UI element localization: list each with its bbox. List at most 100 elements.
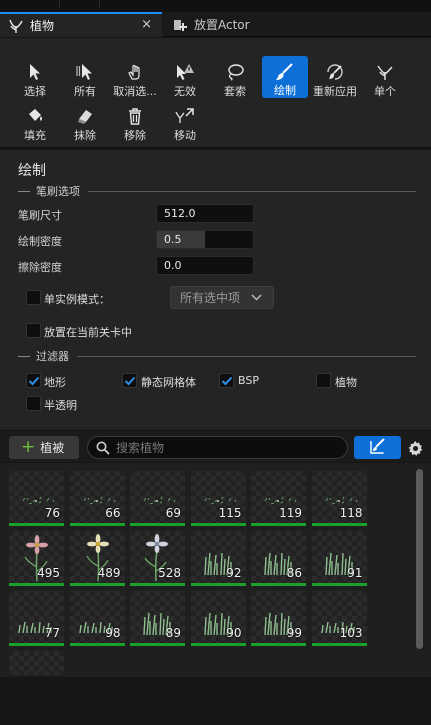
brush-size-field[interactable]: 512.0 (156, 204, 254, 223)
foliage-thumbnail[interactable]: 98 (69, 591, 125, 646)
place-actor-icon (172, 17, 188, 33)
collapse-dash-icon (18, 355, 30, 357)
instance-count: 90 (226, 626, 242, 640)
foliage-thumbnail[interactable]: 89 (130, 591, 185, 646)
paint-details-panel: 绘制 笔刷选项 笔刷尺寸 512.0 绘制密度 0.5 擦除密度 0.0 单实例… (0, 150, 431, 430)
select-all-tool-button[interactable]: 所有 (62, 60, 108, 100)
search-icon (96, 441, 110, 455)
tool-label: 无效 (174, 85, 196, 98)
foliage-thumbnail[interactable]: 99 (251, 591, 306, 646)
group-divider (88, 190, 416, 192)
foliage-thumbnail[interactable]: 86 (251, 531, 306, 586)
checkmark-icon (28, 376, 39, 385)
brush-options-group-header[interactable]: 笔刷选项 (18, 184, 416, 198)
grid-scrollbar[interactable] (416, 469, 423, 649)
instance-count: 76 (44, 506, 60, 520)
paint-density-slider[interactable]: 0.5 (156, 230, 254, 249)
paint-mode-toggle-button[interactable] (354, 436, 401, 459)
settings-gear-icon[interactable] (405, 438, 425, 458)
foliage-thumbnail[interactable]: 103 (311, 591, 367, 646)
paint-brush-icon (274, 62, 296, 81)
foliage-thumbnail[interactable]: 77 (9, 591, 64, 646)
filter-bsp-checkbox[interactable] (219, 373, 234, 388)
remove-tool-button[interactable]: 移除 (112, 104, 158, 144)
foliage-thumbnail[interactable]: 66 (69, 471, 125, 526)
checkmark-icon (124, 376, 135, 385)
foliage-thumbnail[interactable]: 119 (251, 471, 306, 526)
tab-foliage[interactable]: 植物 × (0, 12, 162, 37)
paint-tool-button[interactable]: 绘制 (262, 56, 308, 98)
place-in-level-checkbox[interactable] (26, 323, 41, 338)
tab-bar: 植物 × 放置Actor (0, 12, 431, 37)
filter-static-mesh-checkbox[interactable] (122, 373, 137, 388)
paint-density-value: 0.5 (164, 233, 182, 246)
tool-label: 绘制 (274, 84, 296, 97)
add-foliage-button[interactable]: + 植被 (9, 436, 79, 459)
search-foliage-input[interactable]: 搜索植物 (87, 436, 348, 459)
deselect-tool-button[interactable]: 取消选... (112, 60, 158, 100)
foliage-tab-icon (8, 18, 24, 34)
tool-label: 套索 (224, 85, 246, 98)
reapply-brush-icon (324, 62, 346, 82)
add-foliage-label: 植被 (40, 441, 65, 455)
instance-count: 103 (339, 626, 363, 640)
instance-count: 86 (286, 566, 302, 580)
top-strip-segment (60, 0, 100, 8)
filter-foliage-checkbox[interactable] (316, 373, 331, 388)
single-tool-button[interactable]: 单个 (362, 60, 408, 100)
dropdown-value: 所有选中项 (180, 291, 241, 305)
select-tool-button[interactable]: 选择 (12, 60, 58, 100)
tool-label: 重新应用 (313, 85, 357, 98)
reapply-tool-button[interactable]: 重新应用 (312, 60, 358, 100)
filter-landscape-checkbox[interactable] (26, 373, 41, 388)
lasso-tool-button[interactable]: 套索 (212, 60, 258, 100)
foliage-thumbnail[interactable]: 115 (190, 471, 246, 526)
instance-count: 98 (105, 626, 121, 640)
foliage-thumbnail[interactable]: 495 (9, 531, 64, 586)
section-title: 绘制 (18, 163, 46, 179)
instance-count: 119 (279, 506, 302, 520)
foliage-thumbnail[interactable]: 489 (69, 531, 125, 586)
foliage-thumbnail[interactable]: 76 (9, 471, 64, 526)
place-in-level-label: 放置在当前关卡中 (44, 326, 132, 339)
foliage-thumbnail[interactable]: 69 (130, 471, 185, 526)
fill-tool-button[interactable]: 填充 (12, 104, 58, 144)
invalid-tool-button[interactable]: 无效 (162, 60, 208, 100)
foliage-thumbnail[interactable]: 90 (190, 591, 246, 646)
move-tool-button[interactable]: 移动 (162, 104, 208, 144)
filter-label: 半透明 (44, 399, 77, 412)
instance-count: 528 (158, 566, 181, 580)
foliage-thumbnail[interactable]: 118 (311, 471, 367, 526)
single-instance-dropdown[interactable]: 所有选中项 (170, 286, 274, 309)
group-divider (77, 355, 416, 357)
single-plant-icon (374, 62, 396, 82)
erase-tool-button[interactable]: 抹除 (62, 104, 108, 144)
close-tab-icon[interactable]: × (141, 17, 152, 32)
foliage-mode-toolbar: 选择 所有 取消选... 无效 套索 绘制 重新应用 单个 填充 抹除 移除 移… (0, 38, 431, 148)
filter-translucent-checkbox[interactable] (26, 396, 41, 411)
foliage-thumbnail[interactable] (9, 651, 64, 675)
erase-density-value: 0.0 (164, 259, 182, 272)
tool-label: 选择 (24, 85, 46, 98)
foliage-thumbnail[interactable]: 91 (311, 531, 367, 586)
instance-count: 91 (347, 566, 363, 580)
tab-place-actor[interactable]: 放置Actor (164, 12, 314, 37)
group-label: 笔刷选项 (36, 185, 80, 198)
tool-label: 所有 (74, 85, 96, 98)
instance-count: 118 (339, 506, 363, 520)
instance-count: 115 (218, 506, 242, 520)
tool-label: 单个 (374, 85, 396, 98)
instance-count: 77 (44, 626, 60, 640)
select-all-icon (74, 62, 96, 82)
erase-density-field[interactable]: 0.0 (156, 256, 254, 275)
filter-label: BSP (238, 374, 259, 387)
instance-count: 495 (37, 566, 60, 580)
foliage-thumbnail[interactable]: 92 (190, 531, 246, 586)
foliage-thumbnail[interactable]: 528 (130, 531, 185, 586)
tool-label: 填充 (24, 129, 46, 142)
cursor-icon (24, 62, 46, 82)
single-instance-checkbox[interactable] (26, 290, 41, 305)
filters-group-header[interactable]: 过滤器 (18, 349, 416, 363)
chevron-down-icon (251, 292, 262, 306)
invalid-warning-icon (174, 62, 196, 82)
